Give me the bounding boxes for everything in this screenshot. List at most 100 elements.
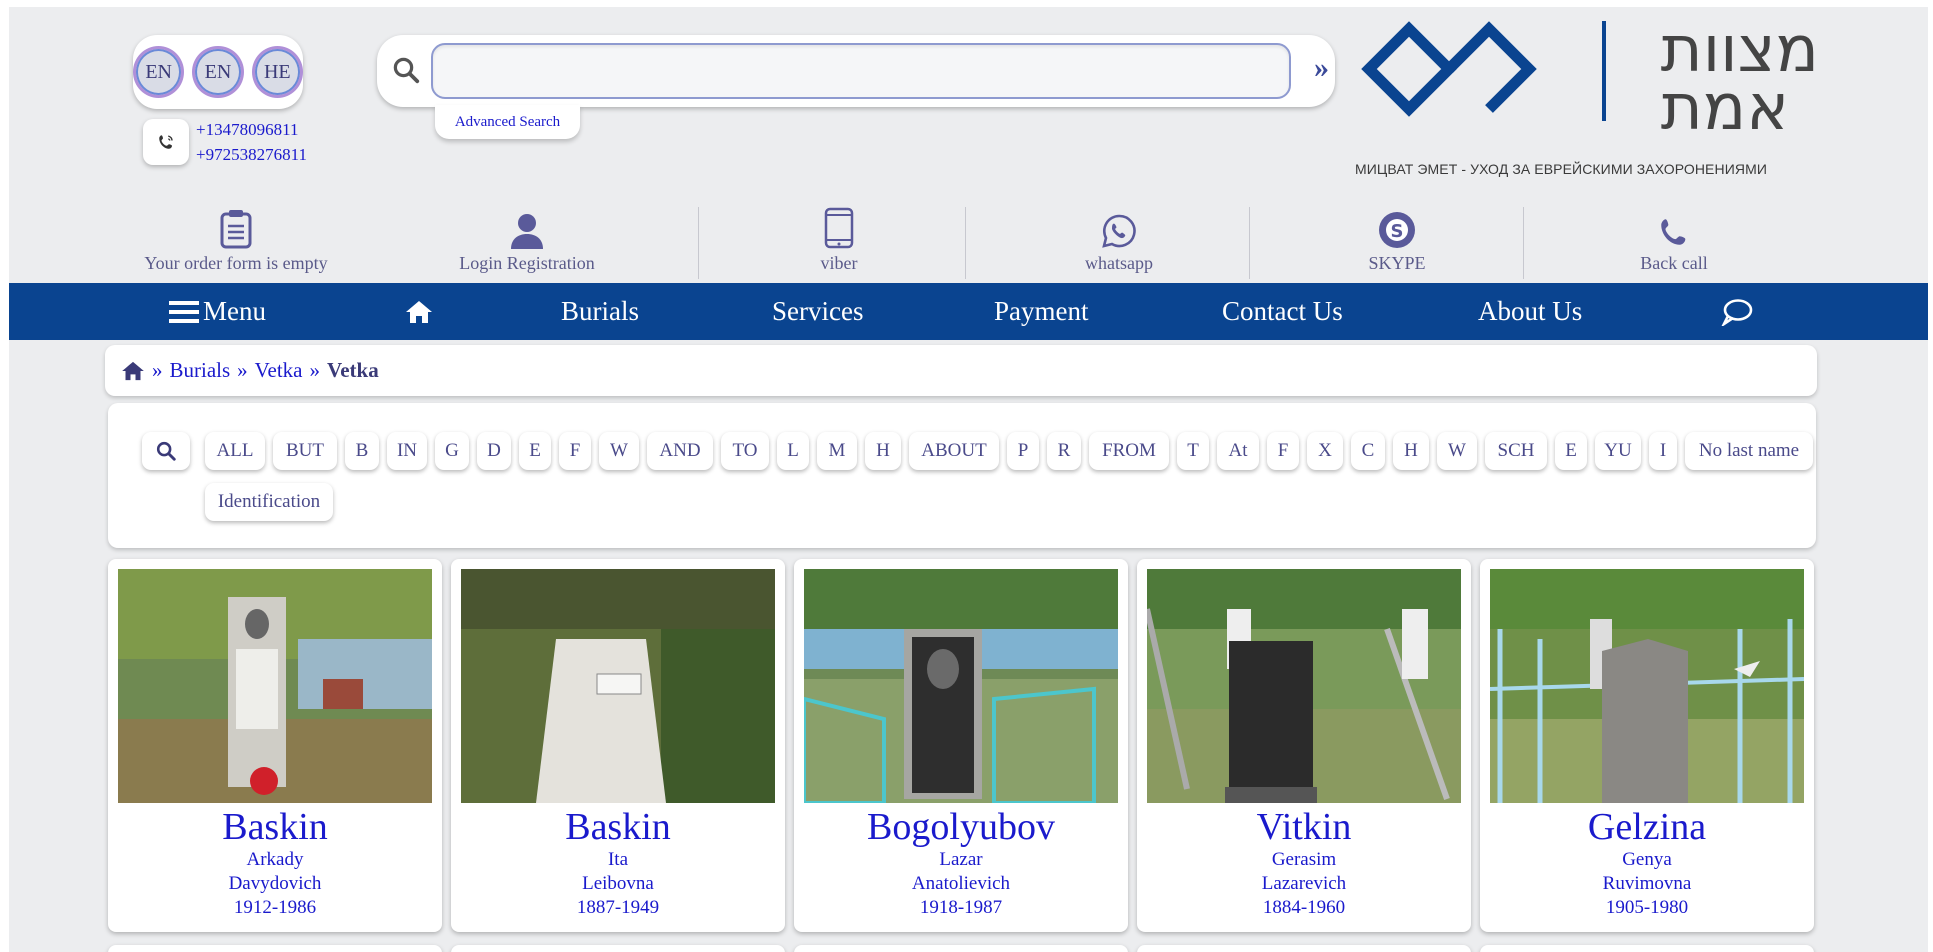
letter-button[interactable]: X (1307, 432, 1343, 470)
nav-chat[interactable] (1721, 283, 1753, 340)
search-input[interactable] (431, 43, 1291, 99)
gravestone-photo[interactable] (1147, 569, 1461, 803)
phone-il[interactable]: +972538276811 (196, 142, 307, 167)
language-selector: EN EN HE (133, 35, 303, 109)
letter-button[interactable]: AND (647, 432, 713, 470)
page: EN EN HE +13478096811 +972538276811 » Ad… (9, 7, 1928, 952)
letter-button[interactable]: H (1393, 432, 1429, 470)
divider (1249, 207, 1250, 279)
letter-button[interactable]: H (865, 432, 901, 470)
burial-card-partial[interactable] (1480, 945, 1814, 952)
letter-button[interactable]: F (1267, 432, 1299, 470)
letter-button[interactable]: R (1047, 432, 1081, 470)
search-submit-icon[interactable]: » (1314, 51, 1329, 85)
letter-button[interactable]: C (1351, 432, 1385, 470)
letter-button[interactable]: W (1437, 432, 1477, 470)
phone-us[interactable]: +13478096811 (196, 117, 307, 142)
letter-button[interactable]: TO (721, 432, 769, 470)
letter-button[interactable]: At (1217, 432, 1259, 470)
burial-card[interactable]: Baskin Ita Leibovna 1887-1949 (451, 559, 785, 932)
gravestone-photo[interactable] (1490, 569, 1804, 803)
card-patronymic: Lazarevich (1261, 873, 1347, 894)
burial-card-partial[interactable] (451, 945, 785, 952)
login-item[interactable]: Login Registration (427, 205, 627, 274)
letter-button[interactable]: E (519, 432, 551, 470)
letter-button[interactable]: P (1007, 432, 1039, 470)
card-surname[interactable]: Baskin (108, 805, 442, 849)
skype-label: SKYPE (1368, 253, 1426, 273)
gravestone-photo[interactable] (118, 569, 432, 803)
card-first-name: Lazar (939, 849, 983, 870)
chat-bubble-icon (1721, 298, 1753, 326)
card-surname[interactable]: Gelzina (1480, 805, 1814, 849)
letter-button[interactable]: B (345, 432, 379, 470)
burial-card-partial[interactable] (108, 945, 442, 952)
letter-button[interactable]: FROM (1089, 432, 1169, 470)
letter-button[interactable]: ALL (205, 432, 265, 470)
letter-button[interactable]: YU (1595, 432, 1641, 470)
gravestone-photo[interactable] (461, 569, 775, 803)
breadcrumb-vetka[interactable]: Vetka (255, 358, 303, 383)
skype-item[interactable]: S SKYPE (1327, 205, 1467, 274)
viber-item[interactable]: viber (769, 205, 909, 274)
nav-contact[interactable]: Contact Us (1222, 283, 1343, 340)
nav-payment[interactable]: Payment (994, 283, 1089, 340)
burial-card[interactable]: Gelzina Genya Ruvimovna 1905-1980 (1480, 559, 1814, 932)
breadcrumb-burials[interactable]: Burials (170, 358, 231, 383)
card-first-name: Genya (1622, 849, 1672, 870)
card-years: 1912-1986 (233, 897, 317, 918)
burial-card[interactable]: Bogolyubov Lazar Anatolievich 1918-1987 (794, 559, 1128, 932)
viber-label: viber (820, 253, 858, 273)
back-call-item[interactable]: Back call (1609, 205, 1739, 274)
search-icon[interactable] (391, 55, 421, 85)
nav-burials[interactable]: Burials (561, 283, 639, 340)
burial-card-partial[interactable] (794, 945, 1128, 952)
burial-card-partial[interactable] (1137, 945, 1471, 952)
order-form-item[interactable]: Your order form is empty (125, 205, 347, 274)
lang-button-en[interactable]: EN (133, 46, 185, 98)
letter-button[interactable]: BUT (273, 432, 337, 470)
mobile-phone-icon (824, 207, 854, 249)
card-surname[interactable]: Vitkin (1137, 805, 1471, 849)
letter-button[interactable]: T (1177, 432, 1209, 470)
burial-card[interactable]: Vitkin Gerasim Lazarevich 1884-1960 (1137, 559, 1471, 932)
lang-button-he[interactable]: HE (251, 46, 303, 98)
nav-services[interactable]: Services (772, 283, 863, 340)
main-nav: Menu Burials Services Payment Contact Us… (9, 283, 1928, 340)
letter-button[interactable]: G (435, 432, 469, 470)
letter-button[interactable]: IN (387, 432, 427, 470)
card-patronymic: Davydovich (228, 873, 322, 894)
card-patronymic: Leibovna (582, 873, 654, 894)
letter-button[interactable]: L (777, 432, 809, 470)
card-surname[interactable]: Baskin (451, 805, 785, 849)
nav-about[interactable]: About Us (1478, 283, 1582, 340)
letter-button[interactable]: D (477, 432, 511, 470)
card-surname[interactable]: Bogolyubov (794, 805, 1128, 849)
nav-menu[interactable]: Menu (169, 283, 266, 340)
letter-button-no-last-name[interactable]: No last name (1685, 432, 1813, 470)
gravestone-photo[interactable] (804, 569, 1118, 803)
letter-button[interactable]: I (1649, 432, 1677, 470)
phone-icon (143, 119, 189, 165)
divider (698, 207, 699, 279)
home-icon[interactable] (121, 361, 145, 381)
nav-menu-label: Menu (203, 296, 266, 326)
letter-button[interactable]: ABOUT (909, 432, 999, 470)
breadcrumb: » Burials » Vetka » Vetka (105, 345, 1817, 396)
advanced-search-link[interactable]: Advanced Search (435, 105, 580, 139)
letter-button[interactable]: M (817, 432, 857, 470)
card-patronymic: Ruvimovna (1602, 873, 1692, 894)
burial-card[interactable]: Baskin Arkady Davydovich 1912-1986 (108, 559, 442, 932)
mitzvat-emet-logo[interactable]: מצוות אמת (1349, 13, 1829, 183)
letter-search-button[interactable] (142, 432, 190, 470)
lang-button-en-2[interactable]: EN (192, 46, 244, 98)
letter-button[interactable]: F (559, 432, 591, 470)
letter-button[interactable]: E (1555, 432, 1587, 470)
nav-home[interactable] (405, 283, 433, 340)
identification-button[interactable]: Identification (205, 483, 333, 521)
whatsapp-item[interactable]: whatsapp (1039, 205, 1199, 274)
letter-button[interactable]: SCH (1485, 432, 1547, 470)
letter-filter: ALL BUT B IN G D E F W AND TO L M H ABOU… (108, 403, 1816, 548)
letter-button[interactable]: W (599, 432, 639, 470)
card-years: 1918-1987 (919, 897, 1003, 918)
